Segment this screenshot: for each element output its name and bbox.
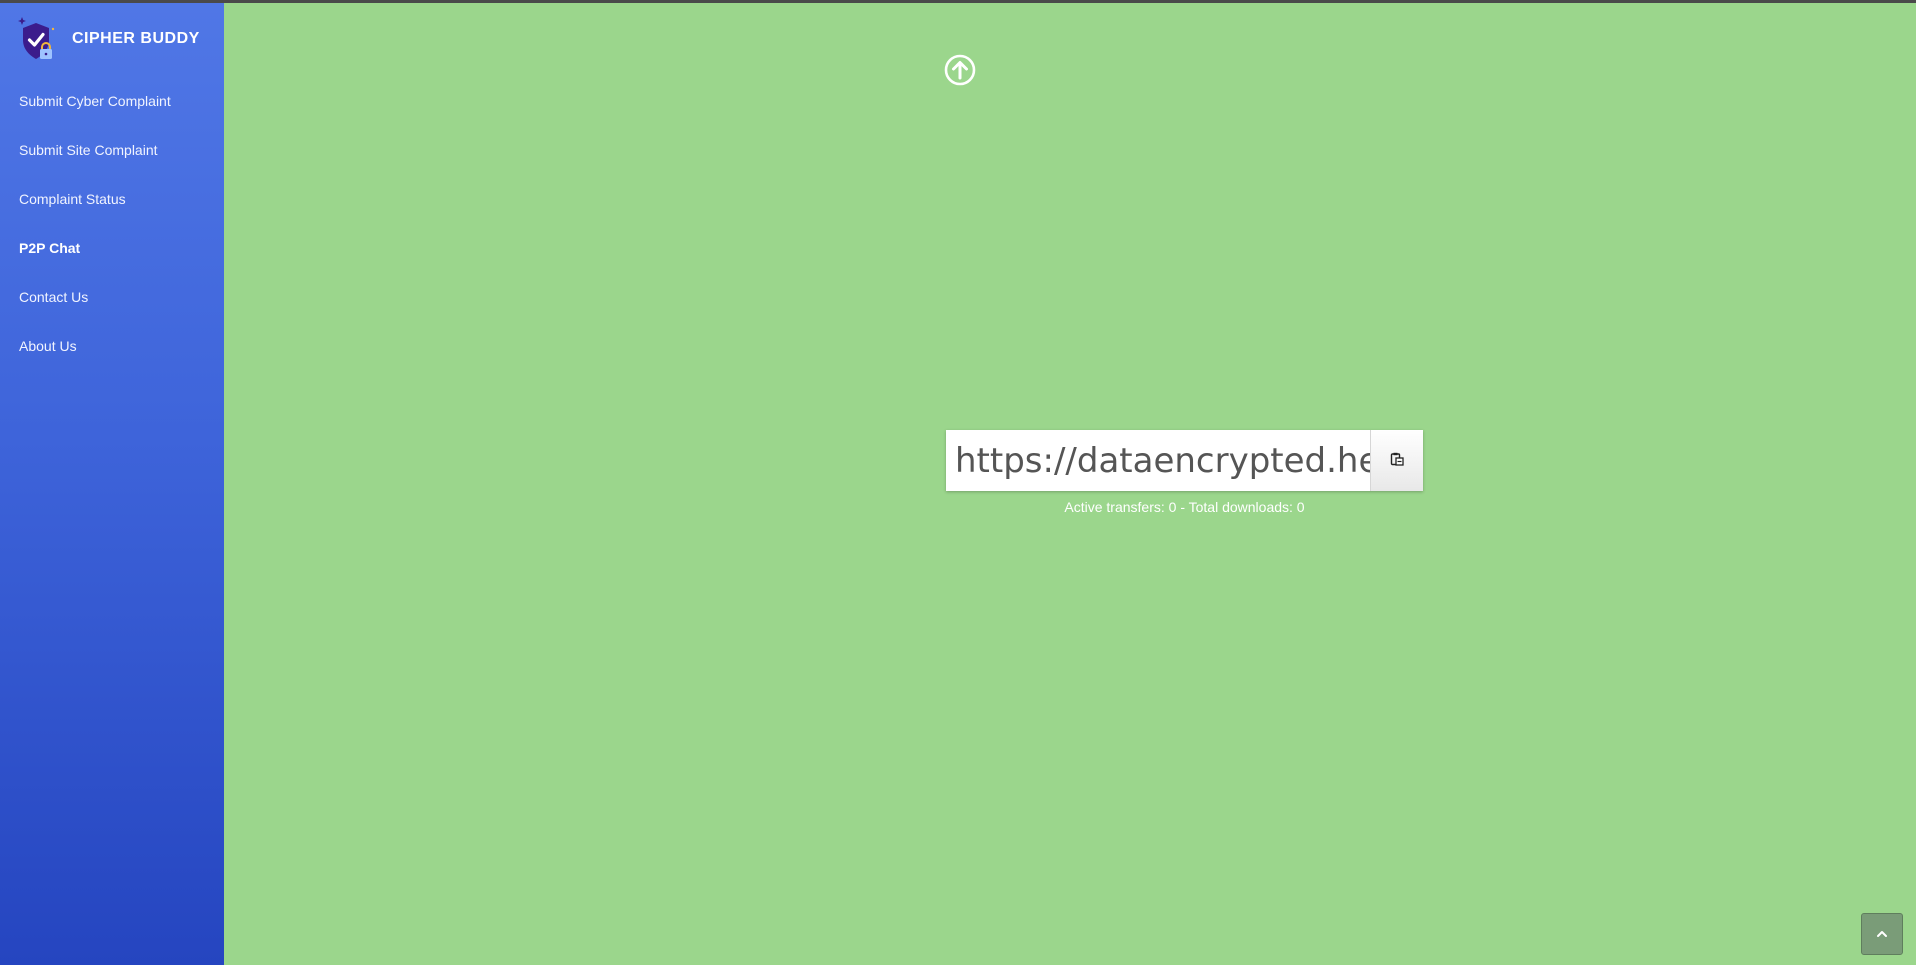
copy-link-button[interactable]: [1370, 430, 1423, 491]
chevron-up-icon: [1876, 925, 1888, 943]
sidebar-item-submit-site-complaint[interactable]: Submit Site Complaint: [0, 128, 224, 177]
sidebar-item-about-us[interactable]: About Us: [0, 324, 224, 373]
window-top-border: [0, 0, 1916, 3]
brand-name: CIPHER BUDDY: [72, 30, 200, 47]
transfer-stats: Active transfers: 0 - Total downloads: 0: [1064, 499, 1305, 515]
sidebar: CIPHER BUDDY Submit Cyber Complaint Subm…: [0, 3, 224, 965]
clipboard-copy-icon: [1390, 452, 1404, 469]
brand[interactable]: CIPHER BUDDY: [16, 15, 200, 63]
sidebar-item-submit-cyber-complaint[interactable]: Submit Cyber Complaint: [0, 79, 224, 128]
share-link-input[interactable]: [946, 430, 1370, 491]
share-link-group: [946, 430, 1423, 491]
sidebar-item-contact-us[interactable]: Contact Us: [0, 275, 224, 324]
sidebar-item-p2p-chat[interactable]: P2P Chat: [0, 226, 224, 275]
sidebar-item-complaint-status[interactable]: Complaint Status: [0, 177, 224, 226]
shield-check-lock-icon: [16, 15, 56, 63]
scroll-to-top-button[interactable]: [1861, 913, 1903, 955]
sidebar-nav: Submit Cyber Complaint Submit Site Compl…: [0, 79, 224, 373]
upload-arrow-circle-icon[interactable]: [944, 54, 976, 86]
